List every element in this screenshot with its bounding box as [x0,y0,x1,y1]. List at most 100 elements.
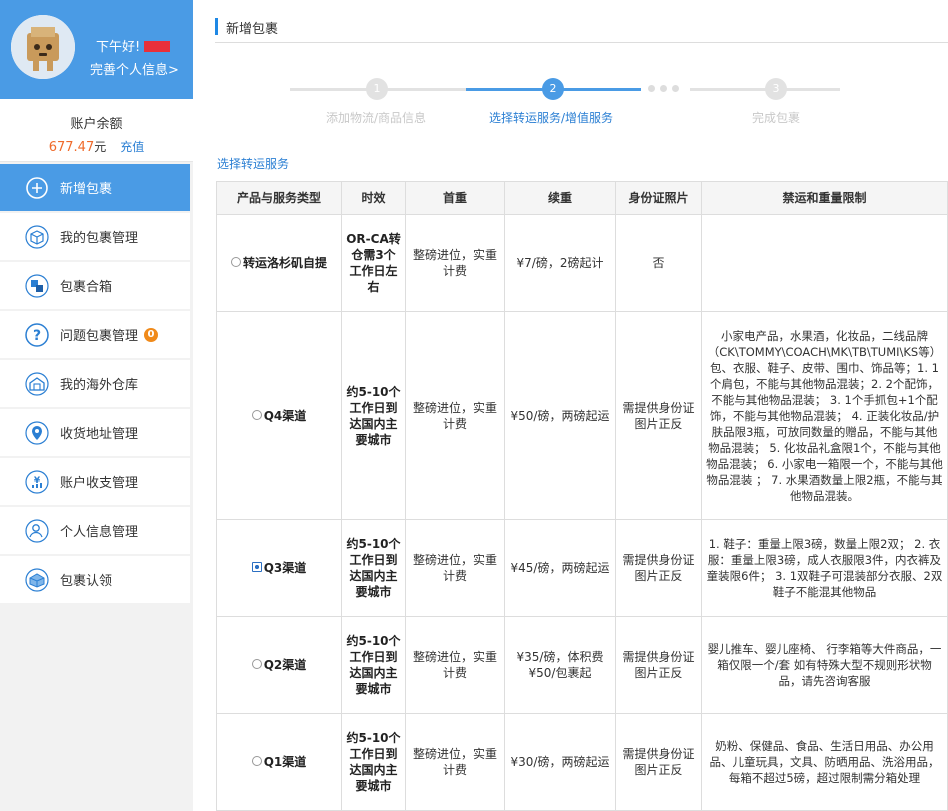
delivery-time-cell: 约5-10个工作日到达国内主要城市 [341,713,406,811]
page-header: 新增包裹 [215,15,948,43]
table-row[interactable]: Q1渠道 约5-10个工作日到达国内主要城市 整磅进位，实重计费 ¥30/磅，两… [216,713,948,811]
sidebar-item-address[interactable]: 收货地址管理 [0,409,190,456]
location-pin-icon [25,420,49,445]
column-header: 首重 [405,181,505,215]
sidebar-item-problem-packages[interactable]: ? 问题包裹管理 0 [0,311,190,358]
service-option-q4[interactable]: Q4渠道 [251,409,306,423]
sidebar-item-merge-boxes[interactable]: 包裹合箱 [0,262,190,309]
id-photo-cell: 否 [615,214,702,312]
column-header: 时效 [341,181,406,215]
sidebar-item-claim-package[interactable]: 包裹认领 [0,556,190,603]
sidebar-item-label: 新增包裹 [60,182,113,197]
merge-boxes-icon [25,273,49,298]
step-2-label: 选择转运服务/增值服务 [489,111,614,125]
question-icon: ? [25,322,49,347]
table-row[interactable]: Q2渠道 约5-10个工作日到达国内主要城市 整磅进位，实重计费 ¥35/磅，体… [216,616,948,714]
sidebar-item-label: 账户收支管理 [60,476,139,491]
package-icon [25,224,49,249]
radio-button[interactable] [251,756,262,766]
id-photo-cell: 需提供身份证图片正反 [615,713,702,811]
svg-text:?: ? [33,328,41,344]
column-header: 身份证照片 [615,181,702,215]
additional-weight-cell: ¥35/磅，体积费¥50/包裹起 [504,616,616,714]
section-title: 选择转运服务 [217,157,290,171]
step-dot [672,85,679,92]
username-redacted [144,41,171,52]
sidebar: 下午好! 完善个人信息> 账户余额 677.47元 充值 新增包裹 我的包裹管理 … [0,0,193,811]
claim-package-icon [25,567,49,592]
first-weight-cell: 整磅进位，实重计费 [405,519,505,617]
balance-amount: 677.47 [48,140,95,155]
service-table: 产品与服务类型 时效 首重 续重 身份证照片 禁运和重量限制 转运洛杉矶自提 O… [216,181,948,811]
balance-panel: 账户余额 677.47元 充值 [0,99,193,162]
profile-panel: 下午好! 完善个人信息> [0,0,193,99]
step-3-label: 完成包裹 [752,111,801,125]
sidebar-item-account-ledger[interactable]: ¥ 账户收支管理 [0,458,190,505]
service-option-q3[interactable]: Q3渠道 [251,561,306,575]
step-1-label: 添加物流/商品信息 [326,111,427,125]
service-option-la-pickup[interactable]: 转运洛杉矶自提 [230,256,327,270]
sidebar-item-label: 问题包裹管理 [60,329,139,344]
first-weight-cell: 整磅进位，实重计费 [405,214,505,312]
radio-button[interactable] [230,257,241,267]
greeting: 下午好! [96,36,171,55]
id-photo-cell: 需提供身份证图片正反 [615,519,702,617]
additional-weight-cell: ¥30/磅，两磅起运 [504,713,616,811]
first-weight-cell: 整磅进位，实重计费 [405,616,505,714]
sidebar-item-label: 我的海外仓库 [60,378,139,393]
restriction-cell: 1. 鞋子：重量上限3磅，数量上限2双； 2. 衣服：重量上限3磅，成人衣服限3… [701,519,948,617]
service-option-q1[interactable]: Q1渠道 [251,755,306,769]
complete-profile-link[interactable]: 完善个人信息> [90,59,179,78]
product-cell: Q3渠道 [216,519,342,617]
table-row[interactable]: Q3渠道 约5-10个工作日到达国内主要城市 整磅进位，实重计费 ¥45/磅，两… [216,519,948,617]
sidebar-item-personal-info[interactable]: 个人信息管理 [0,507,190,554]
first-weight-cell: 整磅进位，实重计费 [405,713,505,811]
recharge-link[interactable]: 充值 [120,140,144,154]
id-photo-cell: 需提供身份证图片正反 [615,311,702,520]
sidebar-menu: 新增包裹 我的包裹管理 包裹合箱 ? 问题包裹管理 0 我的海外仓库 收货地址管… [0,164,193,603]
sidebar-item-new-package[interactable]: 新增包裹 [0,164,190,211]
restriction-cell: 婴儿推车、婴儿座椅、 行李箱等大件商品，一箱仅限一个/套 如有特殊大型不规则形状… [701,616,948,714]
sidebar-item-my-packages[interactable]: 我的包裹管理 [0,213,190,260]
column-header: 续重 [504,181,616,215]
user-icon [25,518,49,543]
first-weight-cell: 整磅进位，实重计费 [405,311,505,520]
column-header: 产品与服务类型 [216,181,342,215]
sidebar-item-label: 包裹认领 [60,574,113,589]
radio-button-checked[interactable] [251,562,262,572]
sidebar-item-label: 收货地址管理 [60,427,139,442]
column-header: 禁运和重量限制 [701,181,948,215]
step-dot [660,85,667,92]
table-row[interactable]: 转运洛杉矶自提 OR-CA转仓需3个工作日左右 整磅进位，实重计费 ¥7/磅，2… [216,214,948,312]
table-row[interactable]: Q4渠道 约5-10个工作日到达国内主要城市 整磅进位，实重计费 ¥50/磅，两… [216,311,948,520]
avatar[interactable] [11,15,75,79]
additional-weight-cell: ¥45/磅，两磅起运 [504,519,616,617]
product-cell: Q2渠道 [216,616,342,714]
delivery-time-cell: 约5-10个工作日到达国内主要城市 [341,311,406,520]
main-content: 新增包裹 1 2 3 添加物流/商品信息 选择转运服务/增值服务 完成包裹 选择… [215,0,948,811]
additional-weight-cell: ¥50/磅，两磅起运 [504,311,616,520]
balance-label: 账户余额 [70,117,123,132]
sidebar-item-label: 包裹合箱 [60,280,113,295]
problem-count-badge: 0 [144,327,159,342]
ledger-icon: ¥ [25,469,49,494]
radio-button[interactable] [251,409,262,420]
service-option-q2[interactable]: Q2渠道 [251,658,306,672]
progress-steps: 1 2 3 添加物流/商品信息 选择转运服务/增值服务 完成包裹 [215,70,948,130]
sidebar-item-label: 我的包裹管理 [60,231,139,246]
warehouse-icon [25,371,49,396]
step-dot [648,85,655,92]
sidebar-item-label: 个人信息管理 [60,525,139,540]
header-accent-bar [215,18,218,35]
additional-weight-cell: ¥7/磅，2磅起计 [504,214,616,312]
radio-button[interactable] [251,659,262,669]
restriction-cell: 小家电产品，水果酒，化妆品，二线品牌（CK\TOMMY\COACH\MK\TB\… [701,311,948,520]
table-header-row: 产品与服务类型 时效 首重 续重 身份证照片 禁运和重量限制 [216,181,948,215]
step-1-circle: 1 [366,78,388,100]
sidebar-item-overseas-warehouse[interactable]: 我的海外仓库 [0,360,190,407]
delivery-time-cell: 约5-10个工作日到达国内主要城市 [341,616,406,714]
plus-circle-icon [25,176,49,200]
page-title: 新增包裹 [226,22,279,37]
step-3-circle: 3 [765,78,787,100]
product-cell: 转运洛杉矶自提 [216,214,342,312]
